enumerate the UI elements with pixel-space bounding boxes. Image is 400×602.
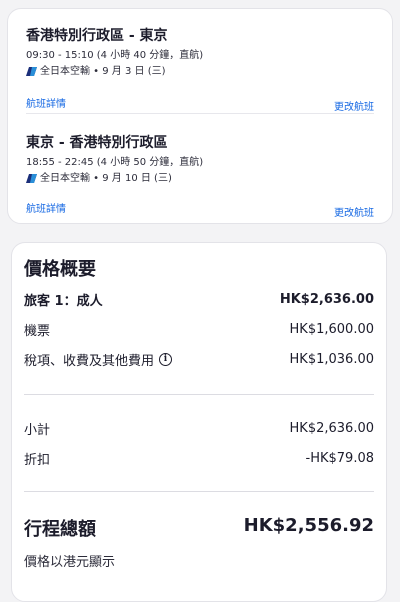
subtotal-row: 小計 HK$2,636.00 (24, 418, 374, 438)
ana-logo-icon (26, 174, 37, 183)
currency-note: 價格以港元顯示 (24, 555, 116, 570)
discount-label: 折扣 (24, 452, 51, 468)
ana-logo-icon (26, 67, 37, 76)
flight-return: 東京 - 香港特別行政區 18:55 - 22:45 (4 小時 50 分鐘，直… (26, 134, 374, 219)
flight-airline-text: 全日本空輸 • 9 月 10 日 (三) (40, 173, 172, 184)
taxes-value: HK$1,036.00 (289, 351, 374, 367)
flight-divider (26, 113, 374, 114)
traveler-row: 旅客 1：成人 HK$2,636.00 (24, 289, 374, 309)
discount-row: 折扣 -HK$79.08 (24, 448, 374, 468)
ticket-value: HK$1,600.00 (289, 321, 374, 337)
flight-airline: 全日本空輸 • 9 月 10 日 (三) (26, 172, 374, 185)
subtotal-value: HK$2,636.00 (289, 420, 374, 436)
change-flight-link[interactable]: 更改航班 (334, 204, 374, 219)
flight-route: 香港特別行政區 - 東京 (26, 28, 168, 44)
traveler-value: HK$2,636.00 (279, 291, 374, 307)
flight-summary-card: 香港特別行政區 - 東京 09:30 - 15:10 (4 小時 40 分鐘，直… (7, 8, 393, 224)
flight-times: 18:55 - 22:45 (4 小時 50 分鐘，直航) (26, 157, 204, 168)
ticket-row: 機票 HK$1,600.00 (24, 319, 374, 339)
flight-details-link[interactable]: 航班詳情 (26, 200, 66, 219)
flight-times: 09:30 - 15:10 (4 小時 40 分鐘，直航) (26, 50, 204, 61)
traveler-label: 旅客 1：成人 (24, 293, 103, 309)
flight-details-link[interactable]: 航班詳情 (26, 95, 66, 113)
ticket-label: 機票 (24, 323, 51, 339)
trip-total-value: HK$2,556.92 (243, 515, 374, 536)
change-flight-link[interactable]: 更改航班 (334, 98, 374, 113)
info-icon[interactable]: i (159, 352, 173, 366)
trip-total-label: 行程總額 (24, 519, 96, 540)
price-divider (24, 394, 374, 395)
price-summary-card: 價格概要 旅客 1：成人 HK$2,636.00 機票 HK$1,600.00 … (11, 242, 387, 602)
flight-links: 航班詳情 更改航班 (26, 200, 374, 219)
flight-airline: 全日本空輸 • 9 月 3 日 (三) (26, 65, 374, 78)
flight-outbound: 香港特別行政區 - 東京 09:30 - 15:10 (4 小時 40 分鐘，直… (26, 27, 374, 113)
taxes-label-wrap: 稅項、收費及其他費用 i (24, 350, 173, 369)
flight-links: 航班詳情 更改航班 (26, 95, 374, 113)
taxes-label: 稅項、收費及其他費用 (24, 353, 155, 369)
price-summary-title: 價格概要 (24, 259, 96, 280)
flight-route: 東京 - 香港特別行政區 (26, 135, 168, 151)
subtotal-label: 小計 (24, 422, 51, 438)
total-divider (24, 491, 374, 492)
taxes-row: 稅項、收費及其他費用 i HK$1,036.00 (24, 349, 374, 369)
discount-value: -HK$79.08 (305, 450, 374, 466)
flight-airline-text: 全日本空輸 • 9 月 3 日 (三) (40, 66, 166, 77)
